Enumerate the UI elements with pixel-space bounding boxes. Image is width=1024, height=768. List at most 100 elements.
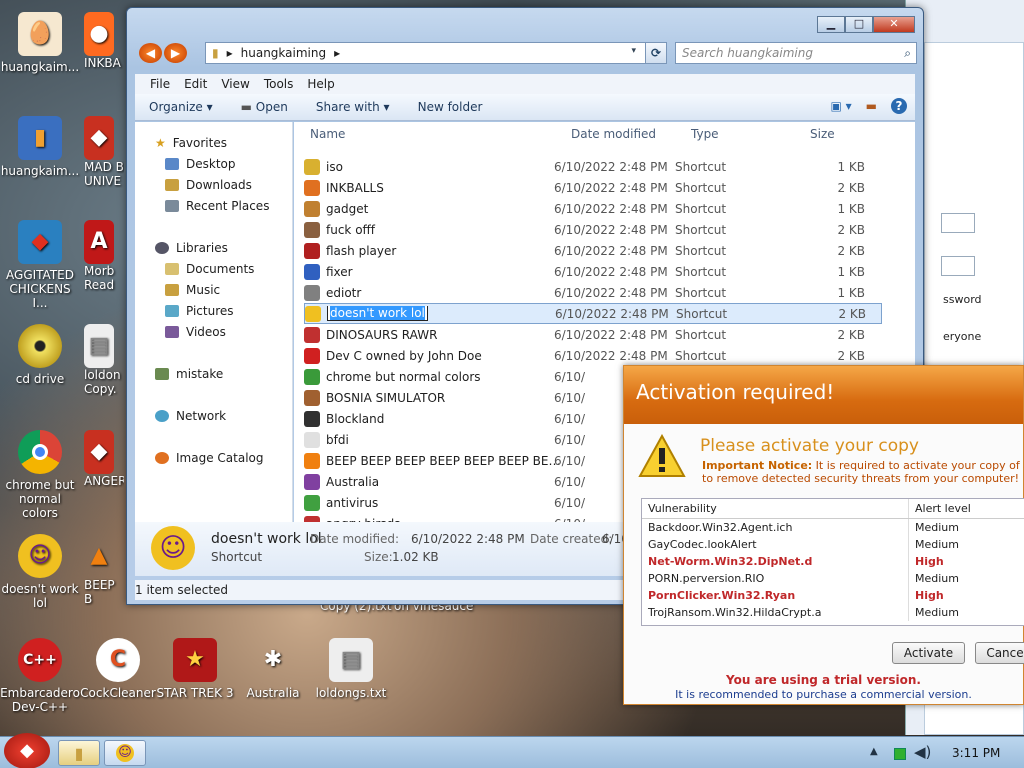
file-date: 6/10/2022 2:48 PM bbox=[554, 222, 668, 237]
desktop-icon[interactable]: ✱ Australia bbox=[233, 638, 313, 701]
column-name[interactable]: Name bbox=[310, 127, 345, 145]
network-tray-icon[interactable] bbox=[894, 748, 906, 760]
threat-level: Medium bbox=[915, 572, 959, 585]
desktop-icon[interactable]: C++ Embarcadero Dev-C++ bbox=[0, 638, 80, 714]
desktop-icon[interactable]: 🥚 huangkaim... bbox=[0, 12, 80, 74]
file-date: 6/10/2022 2:48 PM bbox=[554, 348, 668, 363]
nav-videos[interactable]: Videos bbox=[165, 325, 226, 339]
desktop-icon[interactable]: cd drive bbox=[0, 324, 80, 386]
show-hidden-icons[interactable]: ▲ bbox=[870, 746, 878, 757]
column-type[interactable]: Type bbox=[691, 127, 719, 145]
chevron-down-icon[interactable]: ▾ bbox=[631, 46, 636, 56]
minimize-button[interactable]: ▁ bbox=[817, 16, 845, 33]
open-button[interactable]: ▬ Open bbox=[227, 100, 302, 114]
column-date-modified[interactable]: Date modified bbox=[571, 127, 656, 145]
desktop-icon[interactable]: chrome but normal colors bbox=[0, 430, 80, 520]
desktop-icon[interactable]: ◆ AGGITATED CHICKENS I... bbox=[0, 220, 80, 310]
menu-edit[interactable]: Edit bbox=[177, 74, 214, 94]
desktop-icon[interactable]: ▮ huangkaim... bbox=[0, 116, 80, 178]
refresh-button[interactable]: ⟳ bbox=[645, 42, 667, 64]
clock[interactable]: 3:11 PM bbox=[952, 746, 1000, 760]
address-bar[interactable]: ▮ ▸ huangkaiming ▸ ▾ bbox=[205, 42, 667, 64]
desktop-icon[interactable]: ◆ MAD B UNIVE bbox=[84, 116, 124, 188]
file-name: BOSNIA SIMULATOR bbox=[326, 390, 446, 405]
cancel-button[interactable]: Cance bbox=[975, 642, 1024, 664]
desktop-icon[interactable]: ● INKBA bbox=[84, 12, 124, 70]
breadcrumb-separator: ▸ bbox=[334, 46, 341, 60]
nav-image-catalog[interactable]: Image Catalog bbox=[155, 451, 263, 465]
maximize-button[interactable]: □ bbox=[845, 16, 873, 33]
shortcut-icon bbox=[304, 494, 320, 511]
desktop-icon[interactable]: ★ STAR TREK 3 bbox=[155, 638, 235, 700]
desktop-icon[interactable]: ☺ doesn't work lol bbox=[0, 534, 80, 610]
nav-documents[interactable]: Documents bbox=[165, 262, 254, 276]
file-row[interactable]: flash player 6/10/2022 2:48 PM Shortcut 2 K… bbox=[304, 240, 882, 261]
volume-icon[interactable]: ◀) bbox=[914, 743, 931, 761]
help-icon[interactable]: ? bbox=[891, 98, 907, 114]
background-field[interactable] bbox=[941, 213, 975, 233]
taskbar-app-button[interactable]: ☺ bbox=[104, 740, 146, 766]
nav-libraries[interactable]: Libraries bbox=[155, 241, 228, 255]
preview-pane-icon[interactable]: ▬ bbox=[866, 99, 877, 113]
nav-music[interactable]: Music bbox=[165, 283, 220, 297]
nav-recent-places[interactable]: Recent Places bbox=[165, 199, 269, 213]
activate-button[interactable]: Activate bbox=[892, 642, 965, 664]
file-row[interactable]: gadget 6/10/2022 2:48 PM Shortcut 1 KB bbox=[304, 198, 882, 219]
start-button[interactable]: ◆ bbox=[4, 733, 50, 768]
desktop-icon[interactable]: ▤ loldongs.txt bbox=[311, 638, 391, 700]
menu-file[interactable]: File bbox=[143, 74, 177, 94]
nav-desktop[interactable]: Desktop bbox=[165, 157, 236, 171]
menu-help[interactable]: Help bbox=[300, 74, 341, 94]
file-row[interactable]: iso 6/10/2022 2:48 PM Shortcut 1 KB bbox=[304, 156, 882, 177]
file-name: fixer bbox=[326, 264, 353, 279]
file-row[interactable]: ediotr 6/10/2022 2:48 PM Shortcut 1 KB bbox=[304, 282, 882, 303]
file-name[interactable]: doesn't work lol bbox=[327, 306, 564, 321]
file-name: gadget bbox=[326, 201, 369, 216]
close-button[interactable]: ✕ bbox=[873, 16, 915, 33]
nav-pictures[interactable]: Pictures bbox=[165, 304, 234, 318]
nav-favorites[interactable]: ★ Favorites bbox=[155, 136, 227, 150]
rename-field[interactable]: doesn't work lol bbox=[327, 306, 428, 321]
file-date: 6/10/2022 2:48 PM bbox=[554, 180, 668, 195]
forward-button[interactable]: ▶ bbox=[164, 43, 187, 63]
desktop-icon[interactable]: C CockCleaner bbox=[78, 638, 158, 700]
taskbar-explorer-button[interactable]: ▮ bbox=[58, 740, 100, 766]
file-date: 6/10/ bbox=[554, 453, 585, 468]
background-field[interactable] bbox=[941, 256, 975, 276]
file-row[interactable]: doesn't work lol 6/10/2022 2:48 PM Shortcu… bbox=[304, 303, 882, 324]
desktop-icon[interactable]: ▤ loldon Copy. bbox=[84, 324, 124, 396]
file-row[interactable]: fixer 6/10/2022 2:48 PM Shortcut 1 KB bbox=[304, 261, 882, 282]
devcpp-icon: C++ bbox=[18, 638, 62, 682]
file-row[interactable]: DINOSAURS RAWR 6/10/2022 2:48 PM Shortcut 2… bbox=[304, 324, 882, 345]
recent-places-icon bbox=[165, 200, 179, 212]
file-name: bfdi bbox=[326, 432, 349, 447]
breadcrumb[interactable]: huangkaiming bbox=[241, 46, 326, 60]
file-date: 6/10/ bbox=[554, 474, 585, 489]
nav-mistake[interactable]: mistake bbox=[155, 367, 223, 381]
nav-network[interactable]: Network bbox=[155, 409, 226, 423]
file-date: 6/10/ bbox=[554, 411, 585, 426]
menu-tools[interactable]: Tools bbox=[257, 74, 301, 94]
desktop-icon[interactable]: ▲ BEEP B bbox=[84, 534, 124, 607]
menu-view[interactable]: View bbox=[214, 74, 256, 94]
desktop-icon[interactable]: ◆ ANGER bbox=[84, 430, 124, 488]
column-size[interactable]: Size bbox=[810, 127, 835, 145]
back-button[interactable]: ◀ bbox=[139, 43, 162, 63]
navigation-pane: ★ Favorites Desktop Downloads Recent Plac… bbox=[135, 122, 293, 522]
file-type: Shortcut bbox=[675, 180, 727, 195]
file-date: 6/10/2022 2:48 PM bbox=[554, 327, 668, 342]
ccleaner-icon: C bbox=[96, 638, 140, 682]
file-row[interactable]: fuck offf 6/10/2022 2:48 PM Shortcut 2 KB bbox=[304, 219, 882, 240]
desktop-icon[interactable]: A Morb Read bbox=[84, 220, 124, 292]
share-with-button[interactable]: Share with ▾ bbox=[302, 100, 404, 114]
nav-downloads[interactable]: Downloads bbox=[165, 178, 252, 192]
view-options-icon[interactable]: ▣ ▾ bbox=[830, 99, 851, 113]
threat-name: Net-Worm.Win32.DipNet.d bbox=[642, 553, 909, 570]
file-row[interactable]: INKBALLS 6/10/2022 2:48 PM Shortcut 2 KB bbox=[304, 177, 882, 198]
new-folder-button[interactable]: New folder bbox=[404, 100, 497, 114]
pdf-icon: A bbox=[84, 220, 114, 264]
organize-button[interactable]: Organize ▾ bbox=[135, 100, 227, 114]
search-input[interactable]: Search huangkaiming ⌕ bbox=[675, 42, 917, 64]
file-row[interactable]: Dev C owned by John Doe 6/10/2022 2:48 PM… bbox=[304, 345, 882, 366]
book-icon: ▮ bbox=[18, 116, 62, 160]
